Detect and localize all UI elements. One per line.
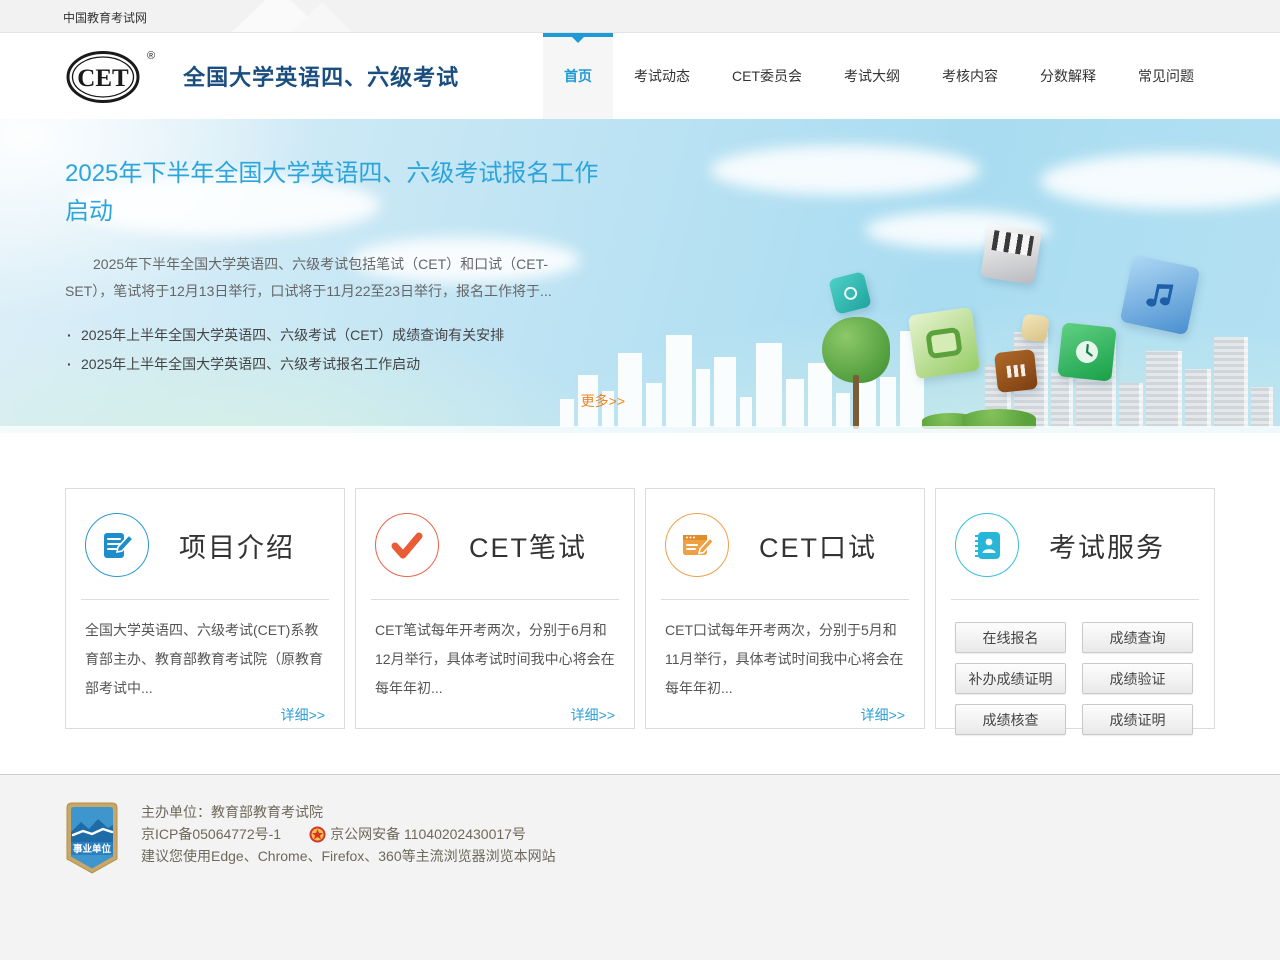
site-title: 全国大学英语四、六级考试 (183, 60, 459, 92)
banner-news-list: 2025年上半年全国大学英语四、六级考试（CET）成绩查询有关安排 2025年上… (65, 321, 605, 379)
public-institution-badge: 事业单位 (65, 802, 119, 879)
banner-headline[interactable]: 2025年下半年全国大学英语四、六级考试报名工作启动 (65, 155, 605, 231)
banner-summary: 2025年下半年全国大学英语四、六级考试包括笔试（CET）和口试（CET-SET… (65, 251, 590, 305)
card-cet-written-test: CET笔试 CET笔试每年开考两次，分别于6月和12月举行，具体考试时间我中心将… (355, 488, 635, 729)
card-title: CET口试 (759, 526, 877, 565)
score-query-button[interactable]: 成绩查询 (1082, 622, 1193, 653)
notebook-contact-icon (955, 513, 1019, 577)
news-item[interactable]: 2025年上半年全国大学英语四、六级考试（CET）成绩查询有关安排 (65, 321, 605, 350)
nav-item-cet-committee[interactable]: CET委员会 (711, 33, 823, 119)
nav-item-faq[interactable]: 常见问题 (1117, 33, 1215, 119)
police-badge-icon (309, 826, 326, 843)
svg-text:事业单位: 事业单位 (73, 843, 112, 855)
cet-logo[interactable]: CET ® (65, 48, 155, 104)
nav-item-exam-news[interactable]: 考试动态 (613, 33, 711, 119)
score-verification-button[interactable]: 成绩验证 (1082, 663, 1193, 694)
more-link[interactable]: 更多>> (65, 391, 625, 411)
svg-text:CET: CET (77, 65, 129, 92)
browser-tip: 建议您使用Edge、Chrome、Firefox、360等主流浏览器浏览本网站 (141, 846, 556, 867)
check-icon (375, 513, 439, 577)
nav-label: 考核内容 (942, 66, 998, 86)
browser-pencil-icon (665, 513, 729, 577)
card-text: CET口试每年开考两次，分别于5月和11月举行，具体考试时间我中心将会在每年年初… (665, 616, 905, 703)
document-pencil-icon (85, 513, 149, 577)
news-item[interactable]: 2025年上半年全国大学英语四、六级考试报名工作启动 (65, 350, 605, 379)
header: CET ® 全国大学英语四、六级考试 首页 考试动态 CET委员会 考试大纲 考… (0, 33, 1280, 119)
card-title: 项目介绍 (179, 526, 295, 565)
divider (371, 599, 619, 600)
score-check-button[interactable]: 成绩核查 (955, 704, 1066, 735)
detail-link[interactable]: 详细>> (375, 705, 615, 725)
footer: 事业单位 主办单位：教育部教育考试院 京ICP备05064772号-1 京公网安… (0, 774, 1280, 960)
nav-label: 分数解释 (1040, 66, 1096, 86)
banner-bottom-strip (0, 426, 1280, 433)
top-strip: 中国教育考试网 (0, 0, 1280, 33)
feature-cards-section: 项目介绍 全国大学英语四、六级考试(CET)系教育部主办、教育部教育考试院（原教… (0, 433, 1280, 774)
icp-record-link[interactable]: 京ICP备05064772号-1 (141, 824, 281, 845)
card-text: 全国大学英语四、六级考试(CET)系教育部主办、教育部教育考试院（原教育部考试中… (85, 616, 325, 703)
registered-mark: ® (147, 50, 155, 62)
hero-banner: 2025年下半年全国大学英语四、六级考试报名工作启动 2025年下半年全国大学英… (0, 119, 1280, 433)
police-record-link[interactable]: 京公网安备 11040202430017号 (330, 824, 526, 845)
card-project-intro: 项目介绍 全国大学英语四、六级考试(CET)系教育部主办、教育部教育考试院（原教… (65, 488, 345, 729)
nav-item-score-interpretation[interactable]: 分数解释 (1019, 33, 1117, 119)
nav-label: 首页 (564, 66, 592, 86)
nav-item-assessment-content[interactable]: 考核内容 (921, 33, 1019, 119)
card-title: CET笔试 (469, 526, 587, 565)
main-nav: 首页 考试动态 CET委员会 考试大纲 考核内容 分数解释 常见问题 (543, 33, 1215, 119)
score-certificate-button[interactable]: 成绩证明 (1082, 704, 1193, 735)
nav-label: CET委员会 (732, 66, 802, 86)
service-button-grid: 在线报名 成绩查询 补办成绩证明 成绩验证 成绩核查 成绩证明 (955, 616, 1195, 735)
card-exam-services: 考试服务 在线报名 成绩查询 补办成绩证明 成绩验证 成绩核查 成绩证明 (935, 488, 1215, 729)
organizer-line: 主办单位：教育部教育考试院 (141, 802, 556, 823)
site-name-link[interactable]: 中国教育考试网 (63, 9, 147, 26)
cet-logo-icon: CET (65, 48, 145, 104)
card-text: CET笔试每年开考两次，分别于6月和12月举行，具体考试时间我中心将会在每年年初… (375, 616, 615, 703)
reissue-score-certificate-button[interactable]: 补办成绩证明 (955, 663, 1066, 694)
online-registration-button[interactable]: 在线报名 (955, 622, 1066, 653)
nav-label: 考试动态 (634, 66, 690, 86)
divider (661, 599, 909, 600)
mountain-watermark (292, 2, 352, 32)
divider (951, 599, 1199, 600)
building (1214, 337, 1248, 427)
building (1251, 387, 1273, 427)
nav-item-syllabus[interactable]: 考试大纲 (823, 33, 921, 119)
nav-label: 考试大纲 (844, 66, 900, 86)
card-cet-oral-test: CET口试 CET口试每年开考两次，分别于5月和11月举行，具体考试时间我中心将… (645, 488, 925, 729)
nav-item-home[interactable]: 首页 (543, 33, 613, 119)
detail-link[interactable]: 详细>> (665, 705, 905, 725)
card-title: 考试服务 (1049, 526, 1165, 565)
nav-label: 常见问题 (1138, 66, 1194, 86)
divider (81, 599, 329, 600)
detail-link[interactable]: 详细>> (85, 705, 325, 725)
